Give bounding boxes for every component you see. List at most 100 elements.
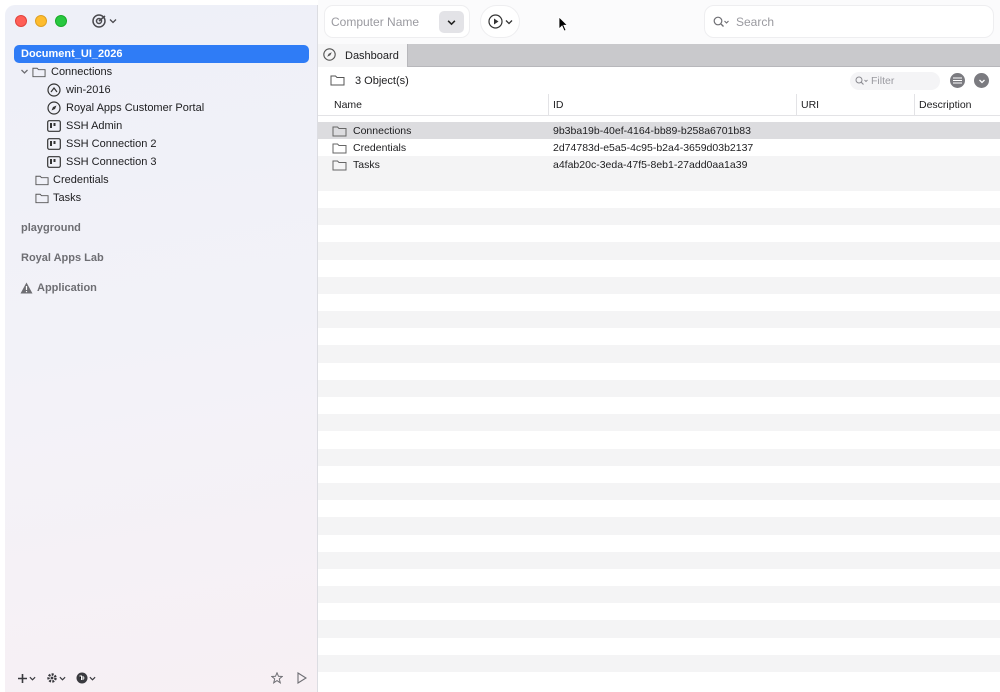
empty-table-row — [318, 311, 1000, 329]
tree-item-credentials[interactable]: Credentials — [14, 171, 309, 189]
chevron-down-icon — [505, 19, 512, 24]
empty-row-stripes — [318, 173, 1000, 690]
table-body: Connections 9b3ba19b-40ef-4164-bb89-b258… — [318, 122, 1000, 174]
name-cell: Tasks — [318, 159, 549, 171]
tree-item-ssh-connection-3[interactable]: SSH Connection 3 — [14, 153, 309, 171]
section-playground[interactable]: playground — [14, 219, 309, 237]
empty-table-row — [318, 637, 1000, 655]
document-label: Document_UI_2026 — [21, 48, 123, 60]
section-royal-apps-lab[interactable]: Royal Apps Lab — [14, 249, 309, 267]
row-id: 2d74783d-e5a5-4c95-b2a4-3659d03b2137 — [553, 141, 754, 154]
folder-icon — [32, 65, 46, 79]
star-icon[interactable] — [271, 672, 283, 684]
list-options-button[interactable] — [950, 73, 965, 88]
computer-name-input[interactable] — [331, 14, 439, 29]
dashboard-compass-icon — [323, 47, 336, 64]
empty-table-row — [318, 259, 1000, 277]
empty-table-row — [318, 448, 1000, 466]
account-menu-button[interactable] — [76, 672, 96, 684]
list-icon — [953, 77, 962, 84]
column-header-description[interactable]: Description — [915, 94, 1000, 115]
play-outline-icon[interactable] — [297, 672, 307, 684]
section-application[interactable]: Application — [14, 279, 309, 297]
column-header-label: URI — [801, 98, 820, 111]
plus-icon — [18, 673, 27, 683]
web-compass-icon — [47, 101, 61, 115]
section-label: playground — [21, 222, 81, 234]
row-name: Tasks — [353, 158, 380, 171]
add-menu-button[interactable] — [17, 673, 36, 684]
column-header-label: Description — [919, 98, 972, 111]
search-input[interactable] — [736, 14, 976, 29]
chevron-down-icon[interactable] — [18, 67, 30, 78]
empty-table-row — [318, 551, 1000, 569]
empty-table-row — [318, 207, 1000, 226]
table-row[interactable]: Tasks a4fab20c-3eda-47f5-8eb1-27add0aa1a… — [318, 156, 1000, 174]
empty-table-row — [318, 586, 1000, 604]
download-button[interactable] — [974, 73, 989, 88]
section-label: Royal Apps Lab — [21, 252, 104, 264]
tab-dashboard[interactable]: Dashboard — [318, 44, 408, 67]
column-header-id[interactable]: ID — [549, 94, 797, 115]
section-label: Application — [37, 282, 97, 294]
search-icon — [713, 16, 729, 27]
chevron-down-icon — [59, 676, 66, 681]
empty-table-row — [318, 431, 1000, 449]
tree-item-connections[interactable]: Connections — [14, 63, 309, 81]
tree-item-label: SSH Connection 3 — [66, 156, 157, 168]
empty-table-row — [318, 414, 1000, 432]
empty-table-row — [318, 276, 1000, 294]
column-header-name[interactable]: Name — [318, 94, 549, 115]
radar-icon — [92, 14, 106, 28]
empty-table-row — [318, 173, 1000, 191]
tree-item-win-2016[interactable]: win-2016 — [14, 81, 309, 99]
close-window-button[interactable] — [15, 15, 27, 27]
tree-item-royal-apps-portal[interactable]: Royal Apps Customer Portal — [14, 99, 309, 117]
sidebar-bottom-right — [271, 672, 307, 684]
tree-item-ssh-connection-2[interactable]: SSH Connection 2 — [14, 135, 309, 153]
folder-icon — [35, 173, 49, 187]
window-controls — [15, 15, 67, 27]
document-item[interactable]: Document_UI_2026 — [14, 45, 309, 63]
filter-input[interactable] — [871, 75, 937, 87]
empty-table-row — [318, 397, 1000, 415]
computer-name-dropdown-button[interactable] — [439, 11, 464, 33]
navigation-tree: Document_UI_2026 Connections win-2016 Ro… — [14, 45, 309, 297]
chevron-down-icon — [29, 676, 36, 681]
search-field[interactable] — [704, 5, 994, 38]
tree-item-tasks[interactable]: Tasks — [14, 189, 309, 207]
table-row[interactable]: Connections 9b3ba19b-40ef-4164-bb89-b258… — [318, 122, 1000, 140]
folder-icon — [332, 126, 347, 137]
settings-menu-button[interactable] — [46, 672, 66, 684]
rdp-icon — [47, 83, 61, 97]
empty-table-row — [318, 225, 1000, 243]
folder-icon — [332, 160, 347, 171]
tab-strip: Dashboard — [318, 44, 1000, 67]
sidebar: Document_UI_2026 Connections win-2016 Ro… — [5, 5, 318, 692]
column-header-uri[interactable]: URI — [797, 94, 915, 115]
tree-item-label: Tasks — [53, 192, 82, 204]
empty-table-row — [318, 672, 1000, 690]
warning-icon — [19, 281, 33, 295]
minimize-window-button[interactable] — [35, 15, 47, 27]
connect-play-button[interactable] — [480, 5, 520, 38]
filter-field[interactable] — [850, 72, 940, 90]
table-header: Name ID URI Description — [318, 94, 1000, 116]
computer-name-combobox[interactable] — [324, 5, 470, 38]
table-row[interactable]: Credentials 2d74783d-e5a5-4c95-b2a4-3659… — [318, 139, 1000, 156]
empty-table-row — [318, 654, 1000, 672]
main-toolbar — [318, 0, 1000, 44]
row-name: Credentials — [353, 141, 407, 154]
search-icon — [855, 76, 868, 85]
zoom-window-button[interactable] — [55, 15, 67, 27]
empty-table-row — [318, 293, 1000, 312]
connect-menu-button[interactable] — [91, 13, 117, 29]
empty-table-row — [318, 379, 1000, 397]
tree-item-label: SSH Admin — [66, 120, 123, 132]
tree-item-ssh-admin[interactable]: SSH Admin — [14, 117, 309, 135]
row-name: Connections — [353, 124, 412, 137]
play-circle-icon — [487, 14, 503, 29]
column-header-label: Name — [334, 98, 363, 111]
terminal-icon — [47, 155, 61, 169]
empty-table-row — [318, 534, 1000, 552]
